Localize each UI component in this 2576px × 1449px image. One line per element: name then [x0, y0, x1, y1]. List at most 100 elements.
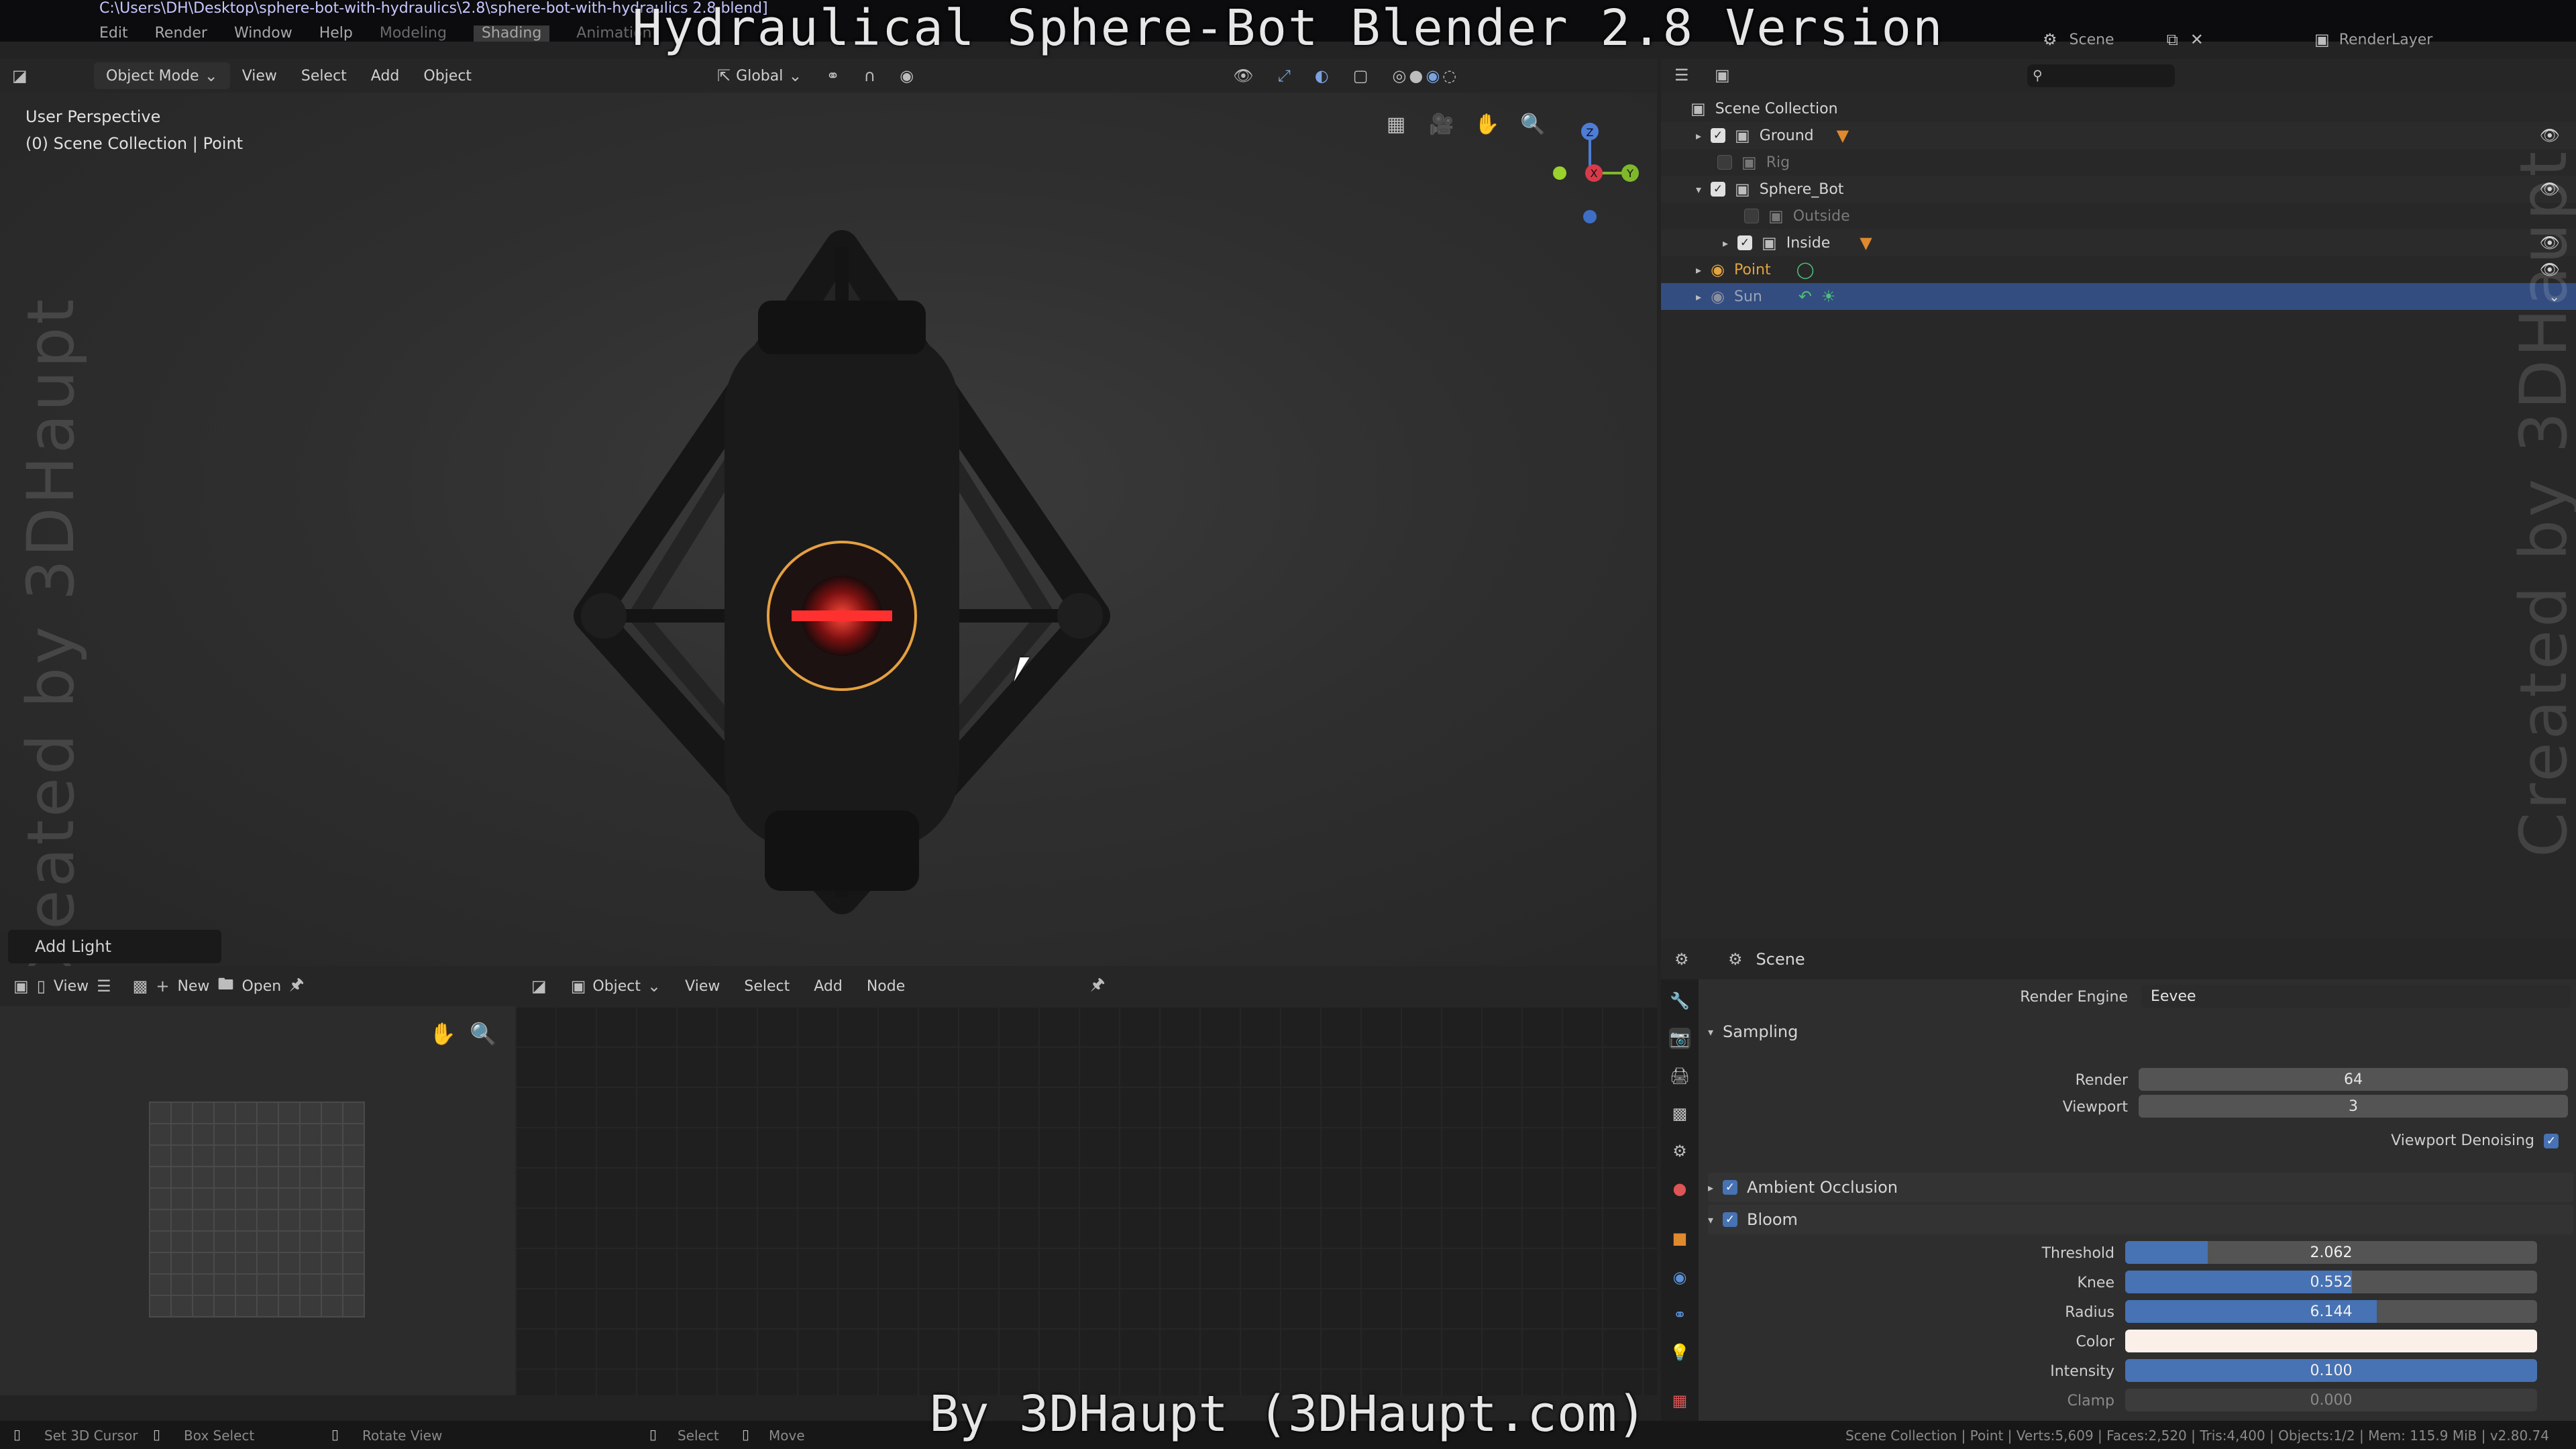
active-collection-label: (0) Scene Collection | Point: [25, 134, 244, 153]
properties-editor-icon[interactable]: ⚙: [1674, 950, 1689, 969]
last-operator-panel[interactable]: Add Light: [8, 930, 221, 963]
hamburger-icon[interactable]: ☰: [97, 977, 111, 996]
properties-tabs: 🔧 📷 🖨 ▩ ⚙ ● ■ ◉ ⚭ 💡 ▦: [1661, 979, 1699, 1422]
3d-viewport[interactable]: User Perspective (0) Scene Collection | …: [0, 93, 1657, 966]
hand-pan-icon[interactable]: ✋: [429, 1021, 456, 1046]
collection-icon: ▣: [1741, 153, 1757, 172]
node-menu-select[interactable]: Select: [744, 978, 790, 995]
data-tab-icon[interactable]: 💡: [1669, 1342, 1690, 1363]
shader-type-label: Object: [592, 977, 641, 995]
mode-label: Object Mode: [106, 67, 199, 85]
render-samples-value: 64: [2344, 1071, 2363, 1088]
outliner-row-point[interactable]: ▸ ◉ Point ◯ 👁: [1661, 256, 2576, 283]
image-browse-icon[interactable]: ▩: [133, 977, 148, 996]
view-type-icon[interactable]: ▯: [37, 977, 46, 996]
image-editor-header: ▣ ▯ View ☰ ▩ + New 🖿 Open 🖈: [0, 966, 515, 1006]
shader-type-dropdown[interactable]: ▣ Object ⌄: [571, 977, 661, 996]
properties-context-label: Scene: [1756, 950, 1805, 969]
constraint-tab-icon[interactable]: ⚭: [1669, 1304, 1690, 1326]
outliner-row-outside[interactable]: ▣ Outside: [1661, 203, 2576, 229]
exclude-checkbox[interactable]: ✓: [1737, 235, 1753, 250]
outliner-row-ground[interactable]: ▸ ✓ ▣ Ground ▼ 👁: [1661, 122, 2576, 149]
viewport-denoising-checkbox[interactable]: ✓: [2544, 1134, 2559, 1148]
shader-editor-icon[interactable]: ◪: [531, 977, 547, 996]
navigation-gizmo[interactable]: Z X Y: [1516, 106, 1650, 240]
knee-label: Knee: [2077, 1275, 2114, 1291]
render-engine-dropdown[interactable]: Eevee: [2141, 985, 2571, 1008]
wireframe-shading-icon[interactable]: ◎: [1392, 66, 1406, 85]
render-samples-field[interactable]: 64: [2139, 1068, 2568, 1091]
rendered-shading-icon[interactable]: ◌: [1442, 66, 1456, 85]
output-tab-icon[interactable]: 🖨: [1669, 1065, 1690, 1087]
open-image-button[interactable]: Open: [241, 978, 281, 995]
outliner-label: Rig: [1766, 154, 1790, 171]
exclude-checkbox[interactable]: [1744, 209, 1759, 223]
scene-tab-icon[interactable]: ⚙: [1669, 1140, 1690, 1162]
exclude-checkbox[interactable]: [1717, 155, 1732, 170]
pin-icon[interactable]: 🖈: [1090, 973, 1105, 1000]
tool-tab-icon[interactable]: 🔧: [1669, 990, 1690, 1012]
expand-arrow-icon[interactable]: ▸: [1696, 129, 1701, 142]
image-view-menu[interactable]: View: [54, 978, 89, 995]
knee-slider[interactable]: 0.552: [2125, 1271, 2537, 1293]
light-data-icon: ◯: [1796, 260, 1815, 279]
outliner-label: Ground: [1759, 127, 1814, 144]
neg-y-axis-handle[interactable]: [1553, 166, 1566, 180]
expand-arrow-icon: ▸: [1708, 1181, 1714, 1194]
hand-pan-icon[interactable]: ✋: [1472, 109, 1503, 140]
node-menu-view[interactable]: View: [685, 978, 720, 995]
gizmo-y-label: Y: [1626, 167, 1633, 180]
chevron-down-icon: ⌄: [788, 66, 802, 85]
solid-shading-icon[interactable]: ●: [1409, 66, 1423, 85]
zoom-icon[interactable]: 🔍: [470, 1021, 496, 1046]
neg-z-axis-handle[interactable]: [1583, 210, 1597, 223]
chevron-down-icon: ⌄: [204, 66, 218, 85]
modifier-tab-icon[interactable]: ◉: [1669, 1267, 1690, 1288]
eye-icon[interactable]: 👁: [2540, 126, 2560, 145]
outliner-row-sun[interactable]: ▸ ◉ Sun ↶ ☀ ⌄: [1661, 283, 2576, 310]
exclude-checkbox[interactable]: ✓: [1711, 182, 1726, 197]
display-mode-icon[interactable]: ▣: [1715, 66, 1730, 85]
radius-slider[interactable]: 6.144: [2125, 1300, 2537, 1323]
image-editor-icon[interactable]: ▣: [13, 977, 29, 996]
pin-icon[interactable]: 🖈: [289, 973, 304, 1000]
render-tab-icon[interactable]: 📷: [1669, 1028, 1690, 1049]
folder-icon[interactable]: 🖿: [217, 973, 233, 1000]
mesh-filter-icon: ▼: [1836, 126, 1849, 145]
outliner-row-scene-collection[interactable]: ▣ Scene Collection: [1661, 95, 2576, 122]
expand-arrow-icon[interactable]: ▸: [1723, 237, 1728, 250]
threshold-label: Threshold: [2041, 1245, 2114, 1262]
grid-view-icon[interactable]: ▦: [1381, 109, 1411, 140]
ambient-occlusion-section[interactable]: ▸ ✓ Ambient Occlusion: [1708, 1173, 2573, 1202]
collapse-arrow-icon[interactable]: ▾: [1696, 183, 1701, 196]
outliner-label: Inside: [1786, 234, 1831, 252]
outliner-row-inside[interactable]: ▸ ✓ ▣ Inside ▼ 👁: [1661, 229, 2576, 256]
new-image-button[interactable]: New: [177, 978, 209, 995]
plus-icon[interactable]: +: [156, 977, 169, 996]
outliner-icon[interactable]: ☰: [1674, 66, 1689, 85]
camera-icon[interactable]: 🎥: [1426, 109, 1457, 140]
expand-arrow-icon[interactable]: ▸: [1696, 264, 1701, 276]
bloom-color-swatch[interactable]: [2125, 1330, 2537, 1352]
intensity-slider[interactable]: 0.100: [2125, 1359, 2537, 1382]
node-menu-node[interactable]: Node: [867, 978, 905, 995]
bloom-section[interactable]: ▾ ✓ Bloom: [1708, 1205, 2573, 1234]
world-tab-icon[interactable]: ●: [1669, 1178, 1690, 1199]
sampling-section[interactable]: ▾ Sampling: [1708, 1022, 1798, 1041]
outliner-row-rig[interactable]: ▣ Rig: [1661, 149, 2576, 176]
node-menu-add[interactable]: Add: [814, 978, 843, 995]
outliner-row-sphere-bot[interactable]: ▾ ✓ ▣ Sphere_Bot 👁: [1661, 176, 2576, 203]
view-layer-tab-icon[interactable]: ▩: [1669, 1103, 1690, 1124]
threshold-slider[interactable]: 2.062: [2125, 1241, 2537, 1264]
outliner-search-input[interactable]: ⚲: [2027, 64, 2175, 87]
node-editor-canvas[interactable]: [515, 1006, 1657, 1395]
render-engine-label: Render Engine: [2020, 989, 2128, 1006]
ambient-occlusion-checkbox[interactable]: ✓: [1723, 1180, 1738, 1195]
bloom-checkbox[interactable]: ✓: [1723, 1212, 1738, 1227]
sphere-bot-model[interactable]: [537, 227, 1140, 931]
exclude-checkbox[interactable]: ✓: [1711, 128, 1726, 143]
expand-arrow-icon[interactable]: ▸: [1696, 290, 1701, 303]
object-tab-icon[interactable]: ■: [1669, 1228, 1690, 1249]
viewport-samples-field[interactable]: 3: [2139, 1095, 2568, 1118]
material-shading-icon[interactable]: ◉: [1426, 66, 1440, 85]
